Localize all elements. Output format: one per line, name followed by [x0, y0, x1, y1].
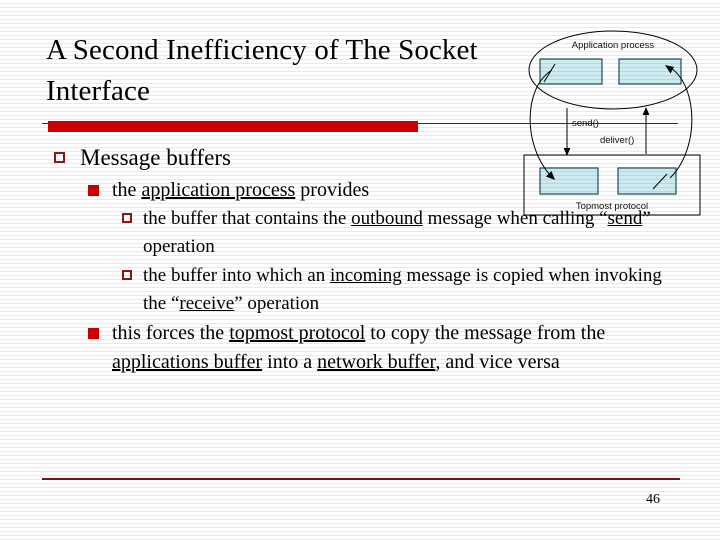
hollow-square-bullet-icon — [122, 269, 132, 280]
protocol-buffer-right — [617, 167, 677, 195]
send-label: send() — [572, 118, 599, 129]
deliver-arrow-head — [642, 107, 650, 115]
slide: A Second Inefficiency of The Socket Inte… — [0, 0, 720, 540]
deliver-label: deliver() — [600, 135, 634, 146]
protocol-buffer-left — [539, 167, 599, 195]
topmost-protocol-label: Topmost protocol — [576, 201, 648, 212]
app-buffer-right — [618, 58, 682, 85]
bullet-item-level2-second: this forces the topmost protocol to copy… — [44, 319, 684, 377]
hollow-square-bullet-icon — [122, 212, 132, 223]
socket-interface-diagram: Application process send() deliver() Top… — [515, 26, 711, 220]
filled-square-bullet-icon — [88, 327, 99, 339]
bullet-level1-label: Message buffers — [80, 145, 231, 170]
application-process-label: Application process — [572, 40, 655, 51]
copy-path-outbound — [529, 69, 553, 177]
footer-rule — [42, 478, 680, 480]
page-title: A Second Inefficiency of The Socket Inte… — [46, 34, 478, 108]
filled-square-bullet-icon — [88, 184, 99, 196]
bullet-level2-first-label: the application process provides — [112, 178, 370, 201]
page-number: 46 — [646, 492, 660, 507]
hollow-square-bullet-icon — [54, 152, 65, 163]
title-accent-bar — [48, 121, 418, 132]
bullet-level3-incoming-label: the buffer into which an incoming messag… — [143, 264, 662, 315]
bullet-level2-second-label: this forces the topmost protocol to copy… — [112, 321, 606, 373]
bullet-item-level3-incoming: the buffer into which an incoming messag… — [44, 262, 684, 319]
